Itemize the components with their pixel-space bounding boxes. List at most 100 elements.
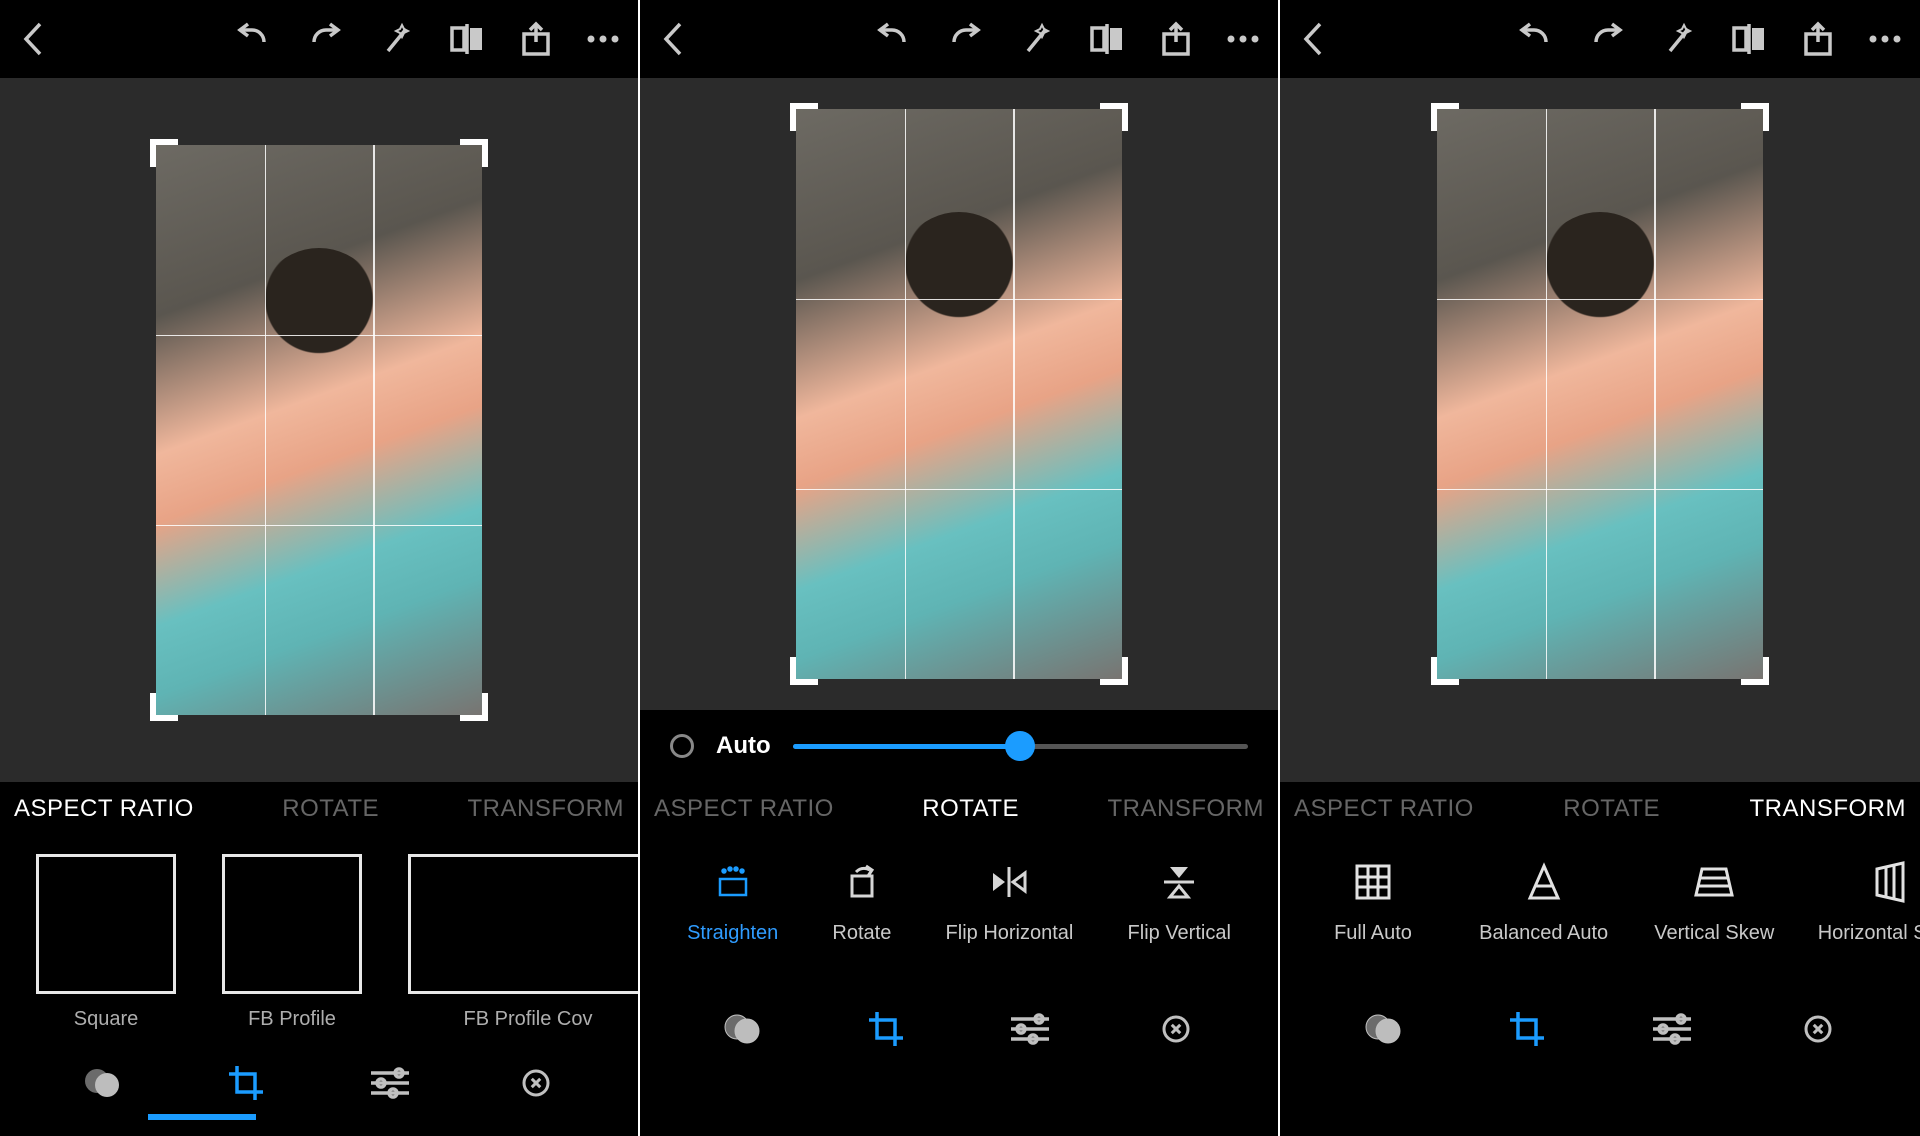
transform-options: Full Auto Balanced Auto Vertical Skew Horiz… <box>1280 836 1920 996</box>
transform-option-full-auto[interactable]: Full Auto <box>1298 854 1448 945</box>
tab-aspect-ratio[interactable]: ASPECT RATIO <box>10 795 198 823</box>
tab-rotate[interactable]: ROTATE <box>1559 795 1664 823</box>
tab-rotate[interactable]: ROTATE <box>278 795 383 823</box>
nav-crop-icon[interactable] <box>1508 1010 1546 1053</box>
compare-icon[interactable] <box>448 22 486 56</box>
share-icon[interactable] <box>1802 20 1834 58</box>
undo-icon[interactable] <box>232 22 272 56</box>
top-toolbar <box>1280 0 1920 78</box>
share-icon[interactable] <box>1160 20 1192 58</box>
compare-icon[interactable] <box>1730 22 1768 56</box>
crop-frame[interactable] <box>1437 109 1763 679</box>
crop-handle-bl[interactable] <box>1431 657 1459 685</box>
rotate-option-rotate[interactable]: Rotate <box>832 854 891 945</box>
transform-option-balanced-auto[interactable]: Balanced Auto <box>1469 854 1619 945</box>
screen-rotate: Auto ASPECT RATIO ROTATE TRANSFORM Strai… <box>640 0 1280 1136</box>
redo-icon[interactable] <box>946 22 986 56</box>
rotate-slider[interactable] <box>793 731 1248 761</box>
flip-vertical-icon <box>1162 854 1196 910</box>
auto-toggle-icon[interactable] <box>670 734 694 758</box>
crop-handle-tr[interactable] <box>1741 103 1769 131</box>
aspect-ratio-label: Square <box>74 1008 139 1031</box>
image-canvas[interactable] <box>640 78 1278 710</box>
tab-transform[interactable]: TRANSFORM <box>1104 795 1269 823</box>
flip-horizontal-icon <box>989 854 1029 910</box>
crop-handle-br[interactable] <box>1100 657 1128 685</box>
crop-handle-tr[interactable] <box>460 139 488 167</box>
image-canvas[interactable] <box>1280 78 1920 710</box>
tab-aspect-ratio[interactable]: ASPECT RATIO <box>1290 795 1478 823</box>
rotate-option-straighten[interactable]: Straighten <box>687 854 778 945</box>
nav-crop-icon[interactable] <box>227 1064 265 1107</box>
compare-icon[interactable] <box>1088 22 1126 56</box>
tab-transform[interactable]: TRANSFORM <box>464 795 629 823</box>
rotate-option-flip-vertical[interactable]: Flip Vertical <box>1128 854 1231 945</box>
aspect-ratio-option[interactable]: Square <box>36 854 176 1031</box>
bottom-nav <box>1280 996 1920 1066</box>
back-icon[interactable] <box>1298 20 1328 58</box>
crop-handle-bl[interactable] <box>150 693 178 721</box>
screen-transform: ASPECT RATIO ROTATE TRANSFORM Full Auto B… <box>1280 0 1920 1136</box>
nav-adjust-icon[interactable] <box>1009 1012 1051 1051</box>
aspect-ratio-options: Square FB Profile FB Profile Cov <box>0 836 638 1050</box>
aspect-ratio-box-icon <box>36 854 176 994</box>
rotate-option-flip-horizontal[interactable]: Flip Horizontal <box>946 854 1074 945</box>
tab-aspect-ratio[interactable]: ASPECT RATIO <box>650 795 838 823</box>
back-icon[interactable] <box>658 20 688 58</box>
nav-adjust-icon[interactable] <box>369 1066 411 1105</box>
crop-handle-bl[interactable] <box>790 657 818 685</box>
top-toolbar <box>0 0 638 78</box>
crop-handle-tl[interactable] <box>790 103 818 131</box>
bottom-nav <box>0 1050 638 1120</box>
back-icon[interactable] <box>18 20 48 58</box>
nav-heal-icon[interactable] <box>516 1063 556 1108</box>
crop-tabs: ASPECT RATIO ROTATE TRANSFORM <box>0 782 638 836</box>
crop-handle-br[interactable] <box>460 693 488 721</box>
more-icon[interactable] <box>1226 34 1260 44</box>
nav-adjust-icon[interactable] <box>1651 1012 1693 1051</box>
nav-looks-icon[interactable] <box>722 1011 762 1052</box>
aspect-ratio-option[interactable]: FB Profile <box>222 854 362 1031</box>
rotate-options: Straighten Rotate Flip Horizontal Flip Vert… <box>640 836 1278 996</box>
horizontal-skew-icon <box>1873 854 1907 910</box>
undo-icon[interactable] <box>872 22 912 56</box>
crop-handle-tl[interactable] <box>150 139 178 167</box>
auto-label[interactable]: Auto <box>716 732 771 760</box>
transform-option-horizontal-skew[interactable]: Horizontal Skew <box>1810 854 1920 945</box>
option-label: Rotate <box>832 922 891 945</box>
crop-frame[interactable] <box>156 145 482 715</box>
nav-looks-icon[interactable] <box>82 1065 122 1106</box>
crop-tabs: ASPECT RATIO ROTATE TRANSFORM <box>1280 782 1920 836</box>
option-label: Vertical Skew <box>1654 922 1774 945</box>
undo-icon[interactable] <box>1514 22 1554 56</box>
crop-handle-tl[interactable] <box>1431 103 1459 131</box>
redo-icon[interactable] <box>306 22 346 56</box>
redo-icon[interactable] <box>1588 22 1628 56</box>
option-label: Full Auto <box>1334 922 1412 945</box>
share-icon[interactable] <box>520 20 552 58</box>
aspect-ratio-box-icon <box>222 854 362 994</box>
more-icon[interactable] <box>586 34 620 44</box>
more-icon[interactable] <box>1868 34 1902 44</box>
nav-heal-icon[interactable] <box>1798 1009 1838 1054</box>
aspect-ratio-box-icon <box>408 854 638 994</box>
bottom-nav <box>640 996 1278 1066</box>
nav-heal-icon[interactable] <box>1156 1009 1196 1054</box>
nav-crop-icon[interactable] <box>867 1010 905 1053</box>
full-auto-icon <box>1353 854 1393 910</box>
crop-handle-br[interactable] <box>1741 657 1769 685</box>
option-label: Flip Vertical <box>1128 922 1231 945</box>
transform-option-vertical-skew[interactable]: Vertical Skew <box>1639 854 1789 945</box>
tab-rotate[interactable]: ROTATE <box>918 795 1023 823</box>
image-canvas[interactable] <box>0 78 638 782</box>
auto-enhance-icon[interactable] <box>1020 21 1054 57</box>
auto-enhance-icon[interactable] <box>380 21 414 57</box>
nav-looks-icon[interactable] <box>1363 1011 1403 1052</box>
option-label: Straighten <box>687 922 778 945</box>
tab-transform[interactable]: TRANSFORM <box>1746 795 1911 823</box>
aspect-ratio-option[interactable]: FB Profile Cov <box>408 854 638 1031</box>
auto-enhance-icon[interactable] <box>1662 21 1696 57</box>
crop-frame[interactable] <box>796 109 1122 679</box>
crop-handle-tr[interactable] <box>1100 103 1128 131</box>
crop-tabs: ASPECT RATIO ROTATE TRANSFORM <box>640 782 1278 836</box>
